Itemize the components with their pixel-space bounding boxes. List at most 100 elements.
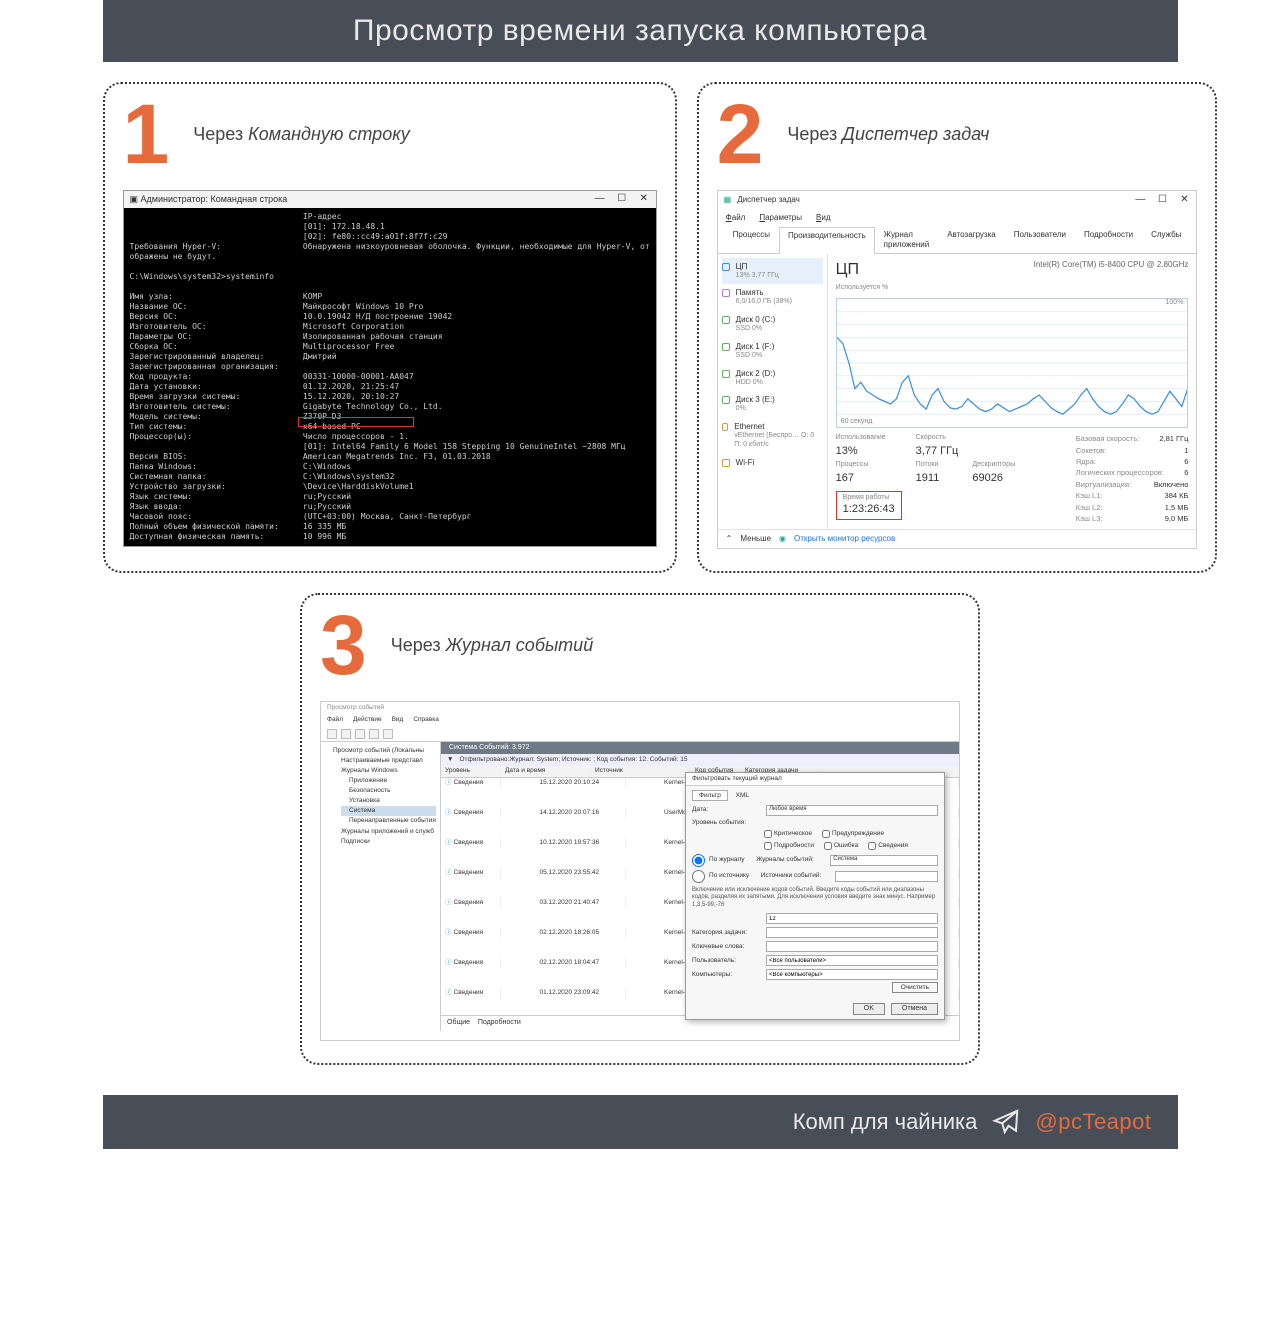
log-select[interactable]: Система — [830, 855, 938, 866]
cancel-button[interactable]: Отмена — [891, 1003, 938, 1016]
check-info[interactable]: Сведения — [868, 842, 908, 850]
ev-window-title: Просмотр событий — [321, 702, 959, 714]
tab-processes[interactable]: Процессы — [724, 226, 779, 253]
sidebar-disk2[interactable]: Диск 2 (D:)HDD 0% — [722, 365, 823, 392]
ev-tree[interactable]: Просмотр событий (Локальны Настраиваемые… — [321, 742, 441, 1031]
minimize-button[interactable]: — — [1134, 194, 1146, 207]
minimize-button[interactable]: — — [594, 193, 606, 206]
dialog-tab-filter[interactable]: Фильтр — [692, 790, 728, 801]
close-button[interactable]: ✕ — [638, 193, 650, 206]
tree-setup[interactable]: Установка — [341, 796, 436, 806]
sidebar-cpu[interactable]: ЦП13% 3,77 ГГц — [722, 258, 823, 285]
source-select[interactable] — [835, 871, 938, 882]
toolbar-icon[interactable] — [341, 729, 351, 739]
event-id-input[interactable] — [766, 913, 938, 924]
cpu-heading: ЦП — [836, 260, 859, 280]
card-title-3: Через Журнал событий — [391, 635, 593, 656]
resource-monitor-icon[interactable]: ◉ — [779, 534, 786, 544]
chart-label: Используется % — [836, 284, 1189, 293]
menu-view[interactable]: Вид — [816, 213, 830, 223]
user-input[interactable] — [766, 955, 938, 966]
tree-root[interactable]: Просмотр событий (Локальны — [325, 746, 436, 756]
taskmanager-icon: ▦ — [724, 195, 732, 205]
perf-sidebar[interactable]: ЦП13% 3,77 ГГц Память6,0/16,0 ГБ (38%) Д… — [718, 254, 828, 530]
category-select[interactable] — [766, 927, 938, 938]
check-error[interactable]: Ошибка — [824, 842, 858, 850]
ev-toolbar[interactable] — [321, 727, 959, 741]
date-select[interactable]: Любое время — [766, 805, 938, 816]
eventviewer-window: Просмотр событий Файл Действие Вид Справ… — [320, 701, 960, 1041]
taskmanager-tabs[interactable]: Процессы Производительность Журнал прило… — [718, 226, 1197, 254]
ev-menu-action[interactable]: Действие — [353, 716, 382, 724]
tab-details[interactable]: Подробности — [478, 1019, 521, 1026]
tab-general[interactable]: Общие — [447, 1019, 470, 1026]
ev-menubar[interactable]: Файл Действие Вид Справка — [321, 714, 959, 726]
check-warning[interactable]: Предупреждение — [822, 830, 884, 838]
sidebar-ethernet[interactable]: EthernetvEthernet (Беспро… О: 0 П: 0 кби… — [722, 418, 823, 454]
footer-handle[interactable]: @pcTeapot — [1035, 1109, 1151, 1135]
sidebar-memory[interactable]: Память6,0/16,0 ГБ (38%) — [722, 284, 823, 311]
computers-input[interactable] — [766, 969, 938, 980]
telegram-icon — [991, 1107, 1021, 1137]
sidebar-disk3[interactable]: Диск 3 (E:)0% — [722, 391, 823, 418]
sidebar-wifi[interactable]: Wi-Fi — [722, 454, 823, 472]
tree-windows-logs[interactable]: Журналы Windows — [333, 766, 436, 776]
fewer-details-link[interactable]: Меньше — [740, 534, 771, 544]
ev-menu-file[interactable]: Файл — [327, 716, 343, 724]
toolbar-icon[interactable] — [383, 729, 393, 739]
maximize-button[interactable]: ☐ — [616, 193, 628, 206]
cpu-chart: 100% 60 секунд — [836, 298, 1189, 428]
dialog-note: Включение или исключение кодов событий. … — [692, 887, 938, 910]
tab-details[interactable]: Подробности — [1075, 226, 1142, 253]
sidebar-disk0[interactable]: Диск 0 (C:)SSD 0% — [722, 311, 823, 338]
stat-speed: 3,77 ГГц — [916, 445, 959, 459]
filter-icon: ▼ — [447, 756, 453, 764]
tree-forwarded[interactable]: Перенаправленные события — [341, 816, 436, 826]
dialog-tab-xml[interactable]: XML — [730, 791, 755, 800]
clear-button[interactable]: Очистить — [892, 982, 938, 993]
stat-threads: 1911 — [916, 472, 959, 486]
tree-app[interactable]: Приложение — [341, 776, 436, 786]
ev-menu-help[interactable]: Справка — [413, 716, 439, 724]
stat-uptime: 1:23:26:43 — [843, 503, 895, 517]
ok-button[interactable]: OK — [853, 1003, 885, 1016]
radio-by-source[interactable] — [692, 870, 705, 883]
footer-brand: Комп для чайника — [793, 1109, 978, 1135]
toolbar-icon[interactable] — [355, 729, 365, 739]
tree-security[interactable]: Безопасность — [341, 786, 436, 796]
keywords-select[interactable] — [766, 941, 938, 952]
menu-options[interactable]: Параметры — [759, 213, 802, 223]
cmd-icon: ▣ — [130, 194, 139, 204]
sidebar-disk1[interactable]: Диск 1 (F:)SSD 0% — [722, 338, 823, 365]
close-button[interactable]: ✕ — [1178, 194, 1190, 207]
tab-performance[interactable]: Производительность — [779, 227, 875, 254]
check-critical[interactable]: Критическое — [764, 830, 812, 838]
check-verbose[interactable]: Подробности — [764, 842, 814, 850]
toolbar-icon[interactable] — [327, 729, 337, 739]
tree-custom-views[interactable]: Настраиваемые представл — [333, 756, 436, 766]
taskmanager-menubar[interactable]: Файл Параметры Вид — [718, 210, 1197, 226]
card-number-3: 3 — [320, 603, 367, 687]
cmd-output: IP-адрес [01]: 172.18.48.1 [02]: fe80::c… — [124, 208, 656, 546]
card-cmd: 1 Через Командную строку ▣ Администратор… — [103, 82, 677, 573]
filter-dialog: Фильтровать текущий журнал Фильтр XML Да… — [685, 772, 945, 1020]
page-footer: Комп для чайника @pcTeapot — [103, 1095, 1178, 1149]
maximize-button[interactable]: ☐ — [1156, 194, 1168, 207]
tree-app-services[interactable]: Журналы приложений и служб — [333, 827, 436, 837]
tab-apphistory[interactable]: Журнал приложений — [875, 226, 939, 253]
highlight-boottime — [298, 417, 414, 427]
ev-menu-view[interactable]: Вид — [392, 716, 404, 724]
stat-uptime-box: Время работы 1:23:26:43 — [836, 491, 902, 520]
tab-services[interactable]: Службы — [1142, 226, 1190, 253]
tab-users[interactable]: Пользователи — [1005, 226, 1075, 253]
toolbar-icon[interactable] — [369, 729, 379, 739]
tab-startup[interactable]: Автозагрузка — [938, 226, 1005, 253]
fewer-details-icon[interactable]: ⌃ — [726, 534, 733, 544]
menu-file[interactable]: Файл — [726, 213, 746, 223]
tree-subscriptions[interactable]: Подписки — [333, 837, 436, 847]
open-resource-monitor-link[interactable]: Открыть монитор ресурсов — [794, 534, 895, 544]
cmd-window: ▣ Администратор: Командная строка — ☐ ✕ … — [123, 190, 657, 547]
tree-system[interactable]: Система — [341, 806, 436, 816]
radio-by-log[interactable] — [692, 854, 705, 867]
card-number-2: 2 — [717, 92, 764, 176]
